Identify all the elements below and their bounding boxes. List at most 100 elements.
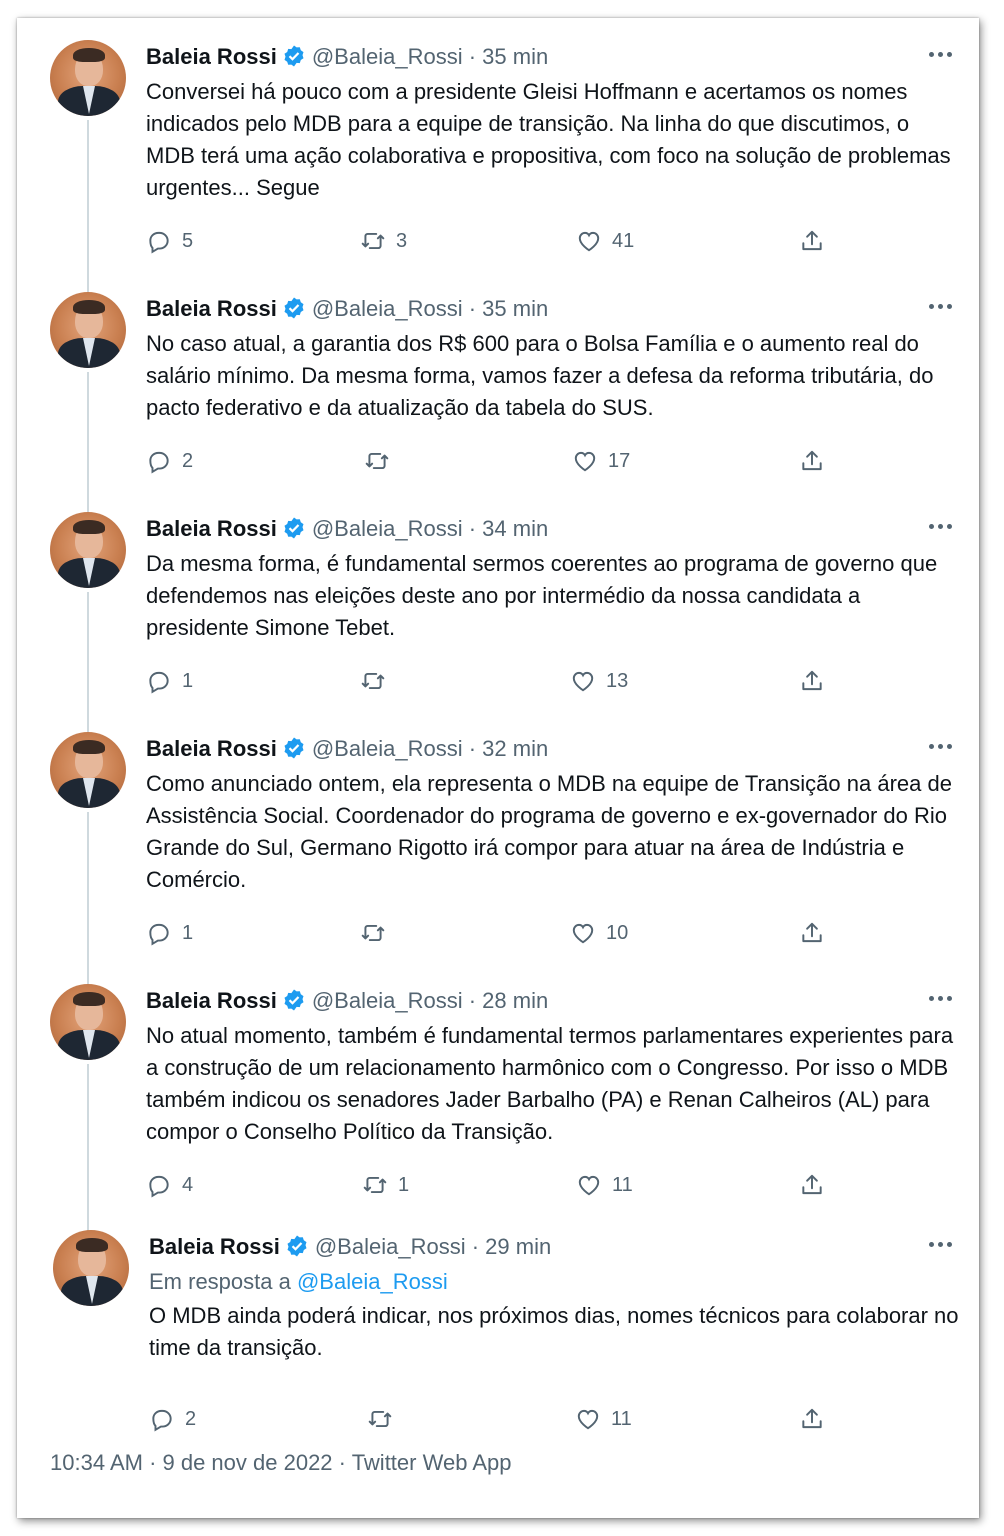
separator: · xyxy=(468,516,477,541)
tweet-time[interactable]: 28 min xyxy=(482,988,548,1013)
separator: · xyxy=(468,44,477,69)
separator: · xyxy=(468,736,477,761)
verified-badge-icon xyxy=(282,44,306,76)
reply-button[interactable]: 4 xyxy=(146,1170,193,1200)
heart-icon xyxy=(574,451,596,472)
retweet-button[interactable] xyxy=(360,918,396,948)
author-handle[interactable]: @Baleia_Rossi xyxy=(312,988,463,1013)
author-handle[interactable]: @Baleia_Rossi xyxy=(312,516,463,541)
avatar[interactable] xyxy=(50,512,126,588)
tweet-time[interactable]: 35 min xyxy=(482,44,548,69)
like-count: 11 xyxy=(611,1407,632,1430)
tweet[interactable]: Baleia Rossi @Baleia_Rossi · 32 min Como … xyxy=(17,710,979,962)
reply-button[interactable]: 2 xyxy=(149,1404,196,1434)
like-count: 17 xyxy=(608,449,631,472)
retweet-button[interactable] xyxy=(367,1404,403,1434)
author-name[interactable]: Baleia Rossi xyxy=(146,516,277,541)
like-button[interactable]: 11 xyxy=(576,1170,633,1200)
retweet-button[interactable]: 3 xyxy=(360,226,407,256)
author-name[interactable]: Baleia Rossi xyxy=(146,736,277,761)
heart-icon xyxy=(572,671,594,692)
tweet-text: O MDB ainda poderá indicar, nos próximos… xyxy=(149,1303,959,1360)
like-button[interactable]: 10 xyxy=(570,918,628,948)
author-handle[interactable]: @Baleia_Rossi xyxy=(315,1234,466,1259)
retweet-icon xyxy=(365,452,389,470)
reply-icon xyxy=(152,1409,172,1432)
tweet-time[interactable]: 32 min xyxy=(482,736,548,761)
author-name[interactable]: Baleia Rossi xyxy=(146,296,277,321)
heart-icon xyxy=(578,1175,600,1196)
more-icon[interactable] xyxy=(927,44,953,64)
more-icon[interactable] xyxy=(927,516,953,536)
share-button[interactable] xyxy=(799,666,825,696)
author-name[interactable]: Baleia Rossi xyxy=(149,1234,280,1259)
tweet-time[interactable]: 35 min xyxy=(482,296,548,321)
tweet-header: Baleia Rossi @Baleia_Rossi · 35 min xyxy=(146,294,548,324)
like-count: 10 xyxy=(606,921,629,944)
more-icon[interactable] xyxy=(927,1234,953,1254)
heart-icon xyxy=(572,923,594,944)
reply-count: 5 xyxy=(182,229,194,252)
share-button[interactable] xyxy=(799,1404,825,1434)
share-button[interactable] xyxy=(799,226,825,256)
tweet[interactable]: Baleia Rossi @Baleia_Rossi · 28 min No at… xyxy=(17,962,979,1212)
tweet[interactable]: Baleia Rossi @Baleia_Rossi · 29 min Em re… xyxy=(17,1210,979,1436)
tweet-header: Baleia Rossi @Baleia_Rossi · 34 min xyxy=(146,514,548,544)
reply-button[interactable]: 5 xyxy=(146,226,193,256)
reply-button[interactable]: 2 xyxy=(146,446,193,476)
share-icon xyxy=(802,670,822,691)
heart-icon xyxy=(577,1409,599,1430)
reply-icon xyxy=(149,1175,169,1198)
share-button[interactable] xyxy=(799,446,825,476)
retweet-icon xyxy=(363,1176,387,1194)
retweet-icon xyxy=(368,1410,392,1428)
tweet-actions: 1 13 xyxy=(146,666,846,696)
reply-count: 1 xyxy=(182,669,194,692)
more-icon[interactable] xyxy=(927,988,953,1008)
tweet-text: Da mesma forma, é fundamental sermos coe… xyxy=(146,551,938,640)
avatar[interactable] xyxy=(53,1230,129,1306)
more-icon[interactable] xyxy=(927,736,953,756)
tweet-actions: 2 17 xyxy=(146,446,846,476)
tweet-text: Conversei há pouco com a presidente Glei… xyxy=(146,79,951,200)
retweet-button[interactable] xyxy=(364,446,400,476)
like-count: 41 xyxy=(612,229,635,252)
like-button[interactable]: 11 xyxy=(575,1404,632,1434)
reply-count: 2 xyxy=(185,1407,197,1430)
tweet[interactable]: Baleia Rossi @Baleia_Rossi · 35 min No ca… xyxy=(17,270,979,490)
author-handle[interactable]: @Baleia_Rossi xyxy=(312,736,463,761)
author-name[interactable]: Baleia Rossi xyxy=(146,44,277,69)
tweet-timestamp-footer[interactable]: 10:34 AM · 9 de nov de 2022 · Twitter We… xyxy=(50,1450,511,1476)
share-button[interactable] xyxy=(799,918,825,948)
like-button[interactable]: 17 xyxy=(572,446,630,476)
tweet-time[interactable]: 29 min xyxy=(485,1234,551,1259)
reply-handle-link[interactable]: @Baleia_Rossi xyxy=(297,1269,448,1294)
author-name[interactable]: Baleia Rossi xyxy=(146,988,277,1013)
like-button[interactable]: 41 xyxy=(576,226,634,256)
tweet[interactable]: Baleia Rossi @Baleia_Rossi · 35 min Conve… xyxy=(17,18,979,270)
retweet-button[interactable] xyxy=(360,666,396,696)
share-button[interactable] xyxy=(799,1170,825,1200)
avatar[interactable] xyxy=(50,732,126,808)
avatar[interactable] xyxy=(50,292,126,368)
more-icon[interactable] xyxy=(927,296,953,316)
share-icon xyxy=(802,450,822,471)
reply-count: 2 xyxy=(182,449,194,472)
share-icon xyxy=(802,922,822,943)
reply-button[interactable]: 1 xyxy=(146,918,193,948)
tweet[interactable]: Baleia Rossi @Baleia_Rossi · 34 min Da me… xyxy=(17,490,979,710)
retweet-count: 3 xyxy=(396,229,408,252)
tweet-header: Baleia Rossi @Baleia_Rossi · 32 min xyxy=(146,734,548,764)
author-handle[interactable]: @Baleia_Rossi xyxy=(312,296,463,321)
reply-button[interactable]: 1 xyxy=(146,666,193,696)
like-button[interactable]: 13 xyxy=(570,666,628,696)
retweet-icon xyxy=(361,924,385,942)
retweet-icon xyxy=(361,672,385,690)
heart-icon xyxy=(578,231,600,252)
avatar[interactable] xyxy=(50,984,126,1060)
author-handle[interactable]: @Baleia_Rossi xyxy=(312,44,463,69)
tweet-time[interactable]: 34 min xyxy=(482,516,548,541)
retweet-button[interactable]: 1 xyxy=(362,1170,409,1200)
avatar[interactable] xyxy=(50,40,126,116)
tweet-text: No caso atual, a garantia dos R$ 600 par… xyxy=(146,331,934,420)
